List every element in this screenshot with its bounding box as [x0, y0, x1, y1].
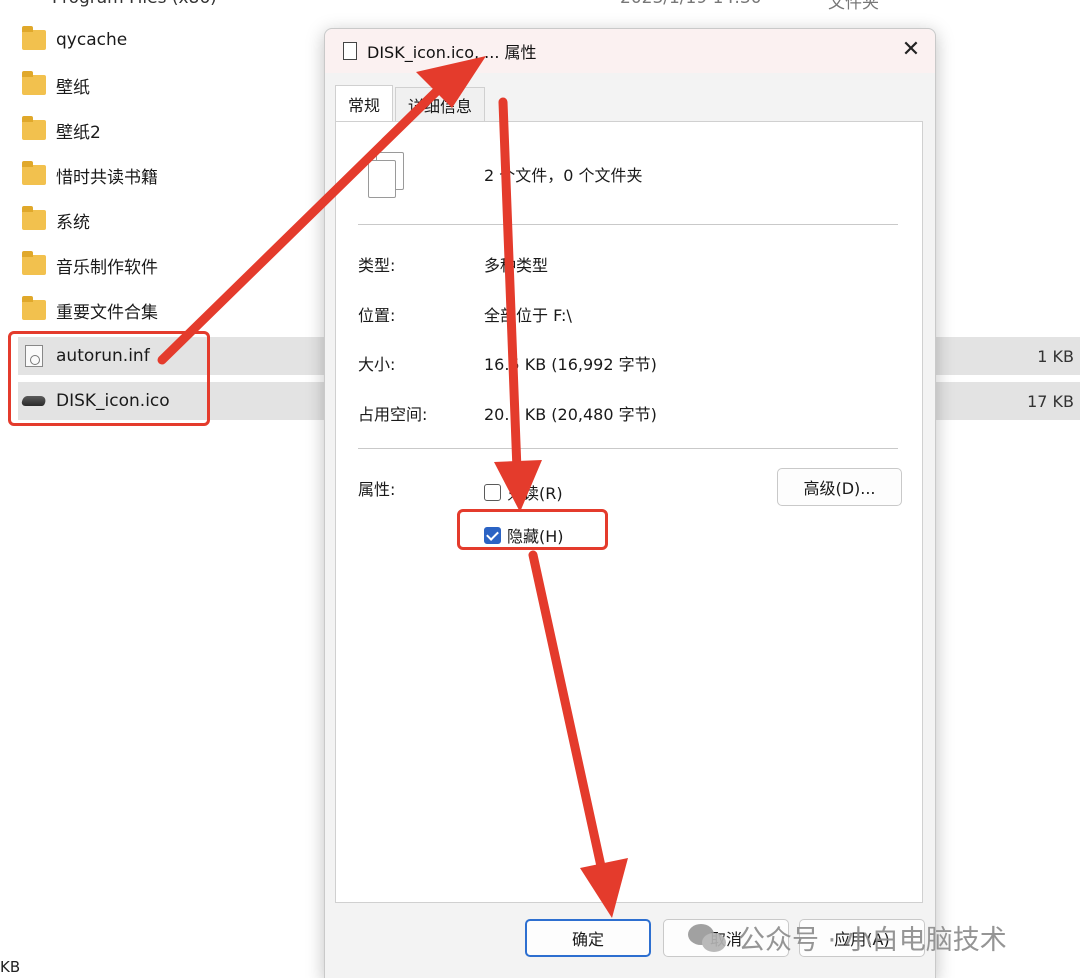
arrowhead [580, 858, 628, 918]
watermark-text: 公众号 · 小白电脑技术 [738, 925, 1007, 956]
annotation-arrows [157, 56, 628, 918]
arrow-to-title [157, 83, 445, 365]
arrow-to-hidden [498, 97, 522, 475]
arrowhead [494, 460, 542, 512]
arrow-to-ok [528, 550, 609, 885]
wechat-icon [688, 922, 728, 954]
watermark: 公众号 · 小白电脑技术 [688, 918, 1007, 957]
